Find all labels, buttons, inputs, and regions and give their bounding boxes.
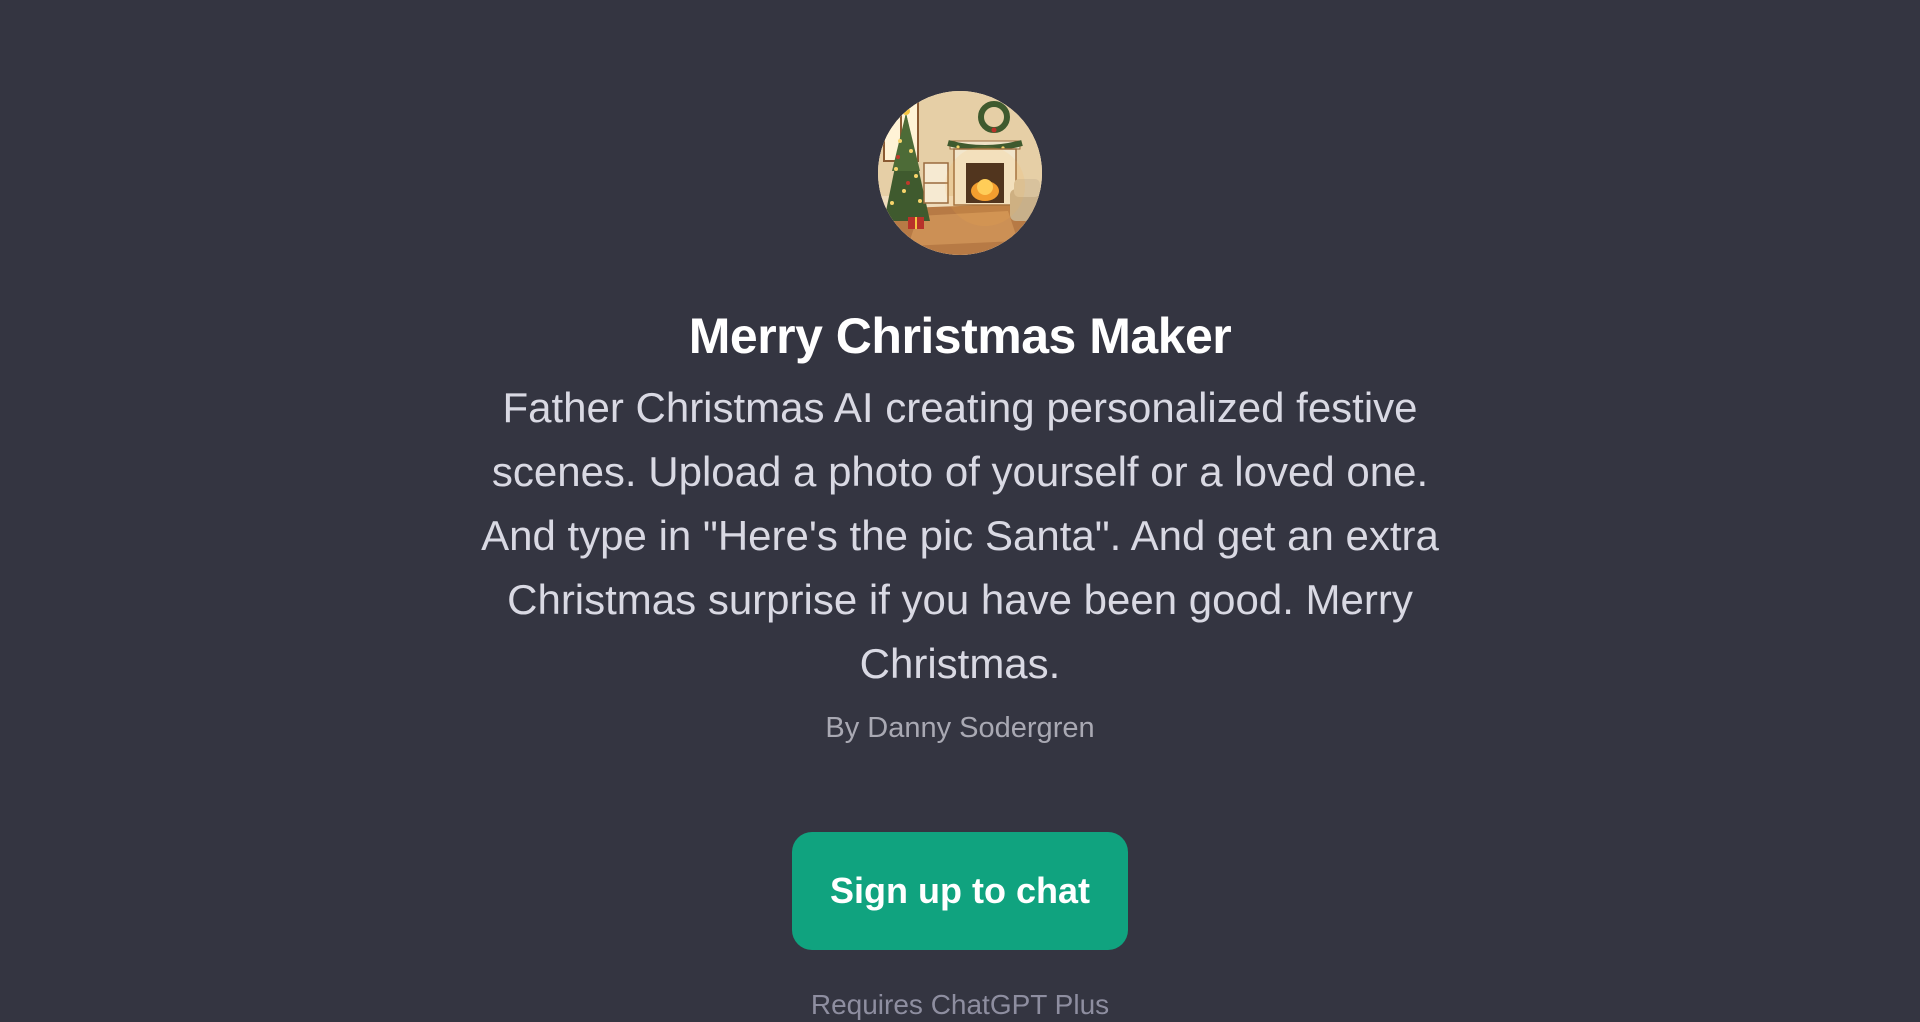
gpt-author: By Danny Sodergren [825,712,1095,744]
gpt-title: Merry Christmas Maker [688,308,1232,364]
sign-up-to-chat-button[interactable]: Sign up to chat [792,832,1128,950]
requires-plus-notice: Requires ChatGPT Plus [810,989,1110,1020]
gpt-avatar [878,91,1042,255]
gpt-description: Father Christmas AI creating personalize… [481,384,1439,687]
gpt-landing-page: Merry Christmas Maker Father Christmas A… [0,0,1920,1020]
christmas-scene-icon [878,91,1042,255]
